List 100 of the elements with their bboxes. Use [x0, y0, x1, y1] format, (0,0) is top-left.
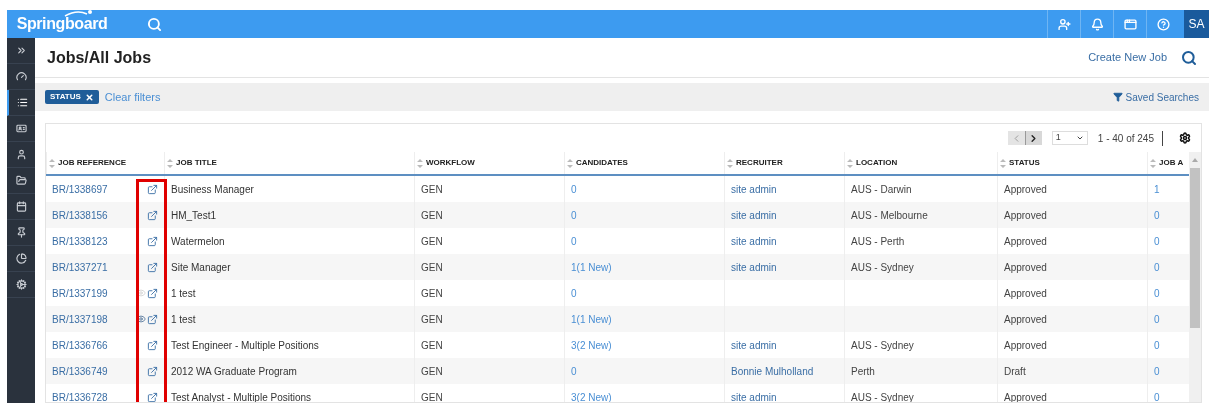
search-icon[interactable] — [147, 16, 162, 32]
column-header[interactable]: CANDIDATES — [564, 152, 724, 174]
external-link-icon[interactable] — [147, 391, 158, 402]
external-link-icon[interactable] — [147, 339, 158, 351]
external-link-icon[interactable] — [147, 261, 158, 273]
job-reference-link[interactable]: BR/1337198 — [52, 311, 108, 327]
table-cell-text: Approved — [1004, 338, 1047, 353]
job-reference-link[interactable]: BR/1336728 — [52, 389, 108, 402]
sort-icon — [1150, 158, 1156, 168]
create-new-job-link[interactable]: Create New Job — [1088, 49, 1167, 66]
candidates-link[interactable]: 0 — [571, 285, 577, 301]
recruiter-link[interactable]: site admin — [731, 389, 777, 402]
table-cell-text: GEN — [421, 286, 443, 301]
table-cell-text: AUS - Perth — [851, 234, 905, 249]
help-icon — [1156, 17, 1170, 31]
job-reference-link[interactable]: BR/1338156 — [52, 207, 108, 223]
table-cell-text: GEN — [421, 182, 443, 197]
job-reference-link[interactable]: BR/1337271 — [52, 259, 108, 275]
table-cell-text: AUS - Sydney — [851, 338, 914, 353]
job-ad-link[interactable]: 1 — [1154, 181, 1160, 197]
table-cell-text: Business Manager — [171, 182, 254, 197]
table-cell-text: AUS - Sydney — [851, 390, 914, 402]
candidates-link[interactable]: 3(2 New) — [571, 389, 612, 402]
job-reference-link[interactable]: BR/1338697 — [52, 181, 108, 197]
page-title: Jobs/All Jobs — [47, 47, 152, 68]
table-cell-text: Approved — [1004, 234, 1047, 249]
column-header[interactable]: JOB TITLE — [164, 152, 414, 174]
page-range: 1 - 40 of 245 — [1097, 130, 1163, 146]
close-icon — [84, 92, 94, 102]
job-ad-link[interactable]: 0 — [1154, 363, 1160, 379]
candidates-link[interactable]: 0 — [571, 363, 577, 379]
candidates-link[interactable]: 0 — [571, 207, 577, 223]
column-header[interactable]: JOB REFERENCE — [46, 152, 164, 174]
recruiter-link[interactable]: site admin — [731, 181, 777, 197]
job-reference-link[interactable]: BR/1336749 — [52, 363, 108, 379]
filter-icon — [1112, 92, 1123, 102]
page-select[interactable]: 1 — [1051, 131, 1088, 145]
job-ad-link[interactable]: 0 — [1154, 337, 1160, 353]
candidates-link[interactable]: 3(2 New) — [571, 337, 612, 353]
brand-logo[interactable]: Springboard — [16, 12, 108, 36]
settings-icon[interactable] — [1179, 132, 1191, 144]
scrollbar[interactable] — [1189, 152, 1201, 402]
external-link-icon[interactable] — [147, 365, 158, 377]
table-cell-text: Approved — [1004, 208, 1047, 223]
table-row[interactable]: BR/1337271 Site Manager GEN 1(1 New) site admin AUS - Sydney Approved 0 — [46, 254, 1189, 280]
table-cell-text: GEN — [421, 312, 443, 327]
table-cell-text: AUS - Darwin — [851, 182, 912, 197]
job-ad-link[interactable]: 0 — [1154, 311, 1160, 327]
eye-icon[interactable] — [136, 314, 146, 324]
candidates-link[interactable]: 1(1 New) — [571, 259, 612, 275]
external-link-icon[interactable] — [147, 183, 158, 195]
avatar-button[interactable]: SA — [1184, 10, 1209, 38]
recruiter-link[interactable]: Bonnie Mulholland — [731, 363, 814, 379]
sort-icon — [49, 158, 55, 168]
table-row[interactable]: BR/1336749 2012 WA Graduate Program GEN 0 Bonnie Mulholland Perth Draft 0 — [46, 358, 1189, 384]
job-reference-link[interactable]: BR/1337199 — [52, 285, 108, 301]
table-cell-text: Approved — [1004, 182, 1047, 197]
sort-icon — [167, 158, 173, 168]
external-link-icon[interactable] — [147, 287, 158, 299]
table-cell-text: GEN — [421, 260, 443, 275]
candidates-link[interactable]: 0 — [571, 181, 577, 197]
job-reference-link[interactable]: BR/1338123 — [52, 233, 108, 249]
external-link-icon[interactable] — [147, 313, 158, 325]
saved-searches-link[interactable]: Saved Searches — [1125, 89, 1199, 105]
recruiter-link[interactable]: site admin — [731, 337, 777, 353]
clear-filters-link[interactable]: Clear filters — [104, 88, 161, 106]
table-cell-text: GEN — [421, 234, 443, 249]
table-row[interactable]: BR/1337198 1 test GEN 1(1 New) Approved 0 — [46, 306, 1189, 332]
recruiter-link[interactable]: site admin — [731, 259, 777, 275]
job-ad-link[interactable]: 0 — [1154, 285, 1160, 301]
column-header[interactable]: WORKFLOW — [414, 152, 564, 174]
filter-chip[interactable]: STATUS — [45, 90, 99, 104]
external-link-icon[interactable] — [147, 235, 158, 247]
column-header[interactable]: STATUS — [997, 152, 1147, 174]
user-plus-icon — [1057, 17, 1071, 31]
table-cell-text: GEN — [421, 390, 443, 402]
table-cell-text: Site Manager — [171, 260, 231, 275]
job-ad-link[interactable]: 0 — [1154, 207, 1160, 223]
candidates-link[interactable]: 1(1 New) — [571, 311, 612, 327]
job-ad-link[interactable]: 0 — [1154, 259, 1160, 275]
candidates-link[interactable]: 0 — [571, 233, 577, 249]
table-cell-text: Watermelon — [171, 234, 225, 249]
table-cell-text: 2012 WA Graduate Program — [171, 364, 297, 379]
column-header[interactable]: RECRUITER — [724, 152, 844, 174]
scrollbar-thumb[interactable] — [1190, 168, 1200, 328]
column-header[interactable]: LOCATION — [844, 152, 997, 174]
job-ad-link[interactable]: 0 — [1154, 233, 1160, 249]
recruiter-link[interactable]: site admin — [731, 233, 777, 249]
bell-icon — [1090, 17, 1104, 31]
recruiter-link[interactable]: site admin — [731, 207, 777, 223]
table-cell-text: Approved — [1004, 286, 1047, 301]
job-reference-link[interactable]: BR/1336766 — [52, 337, 108, 353]
external-link-icon[interactable] — [147, 209, 158, 221]
job-ad-link[interactable]: 0 — [1154, 389, 1160, 402]
column-header[interactable]: JOB A — [1147, 152, 1187, 174]
table-cell-text: Approved — [1004, 390, 1047, 402]
table-row[interactable]: BR/1338156 HM_Test1 GEN 0 site admin AUS - Melbourne Approved 0 — [46, 202, 1189, 228]
dropdown-caret-icon — [1075, 134, 1084, 142]
table-cell-text: Approved — [1004, 260, 1047, 275]
search-icon[interactable] — [1181, 49, 1197, 66]
